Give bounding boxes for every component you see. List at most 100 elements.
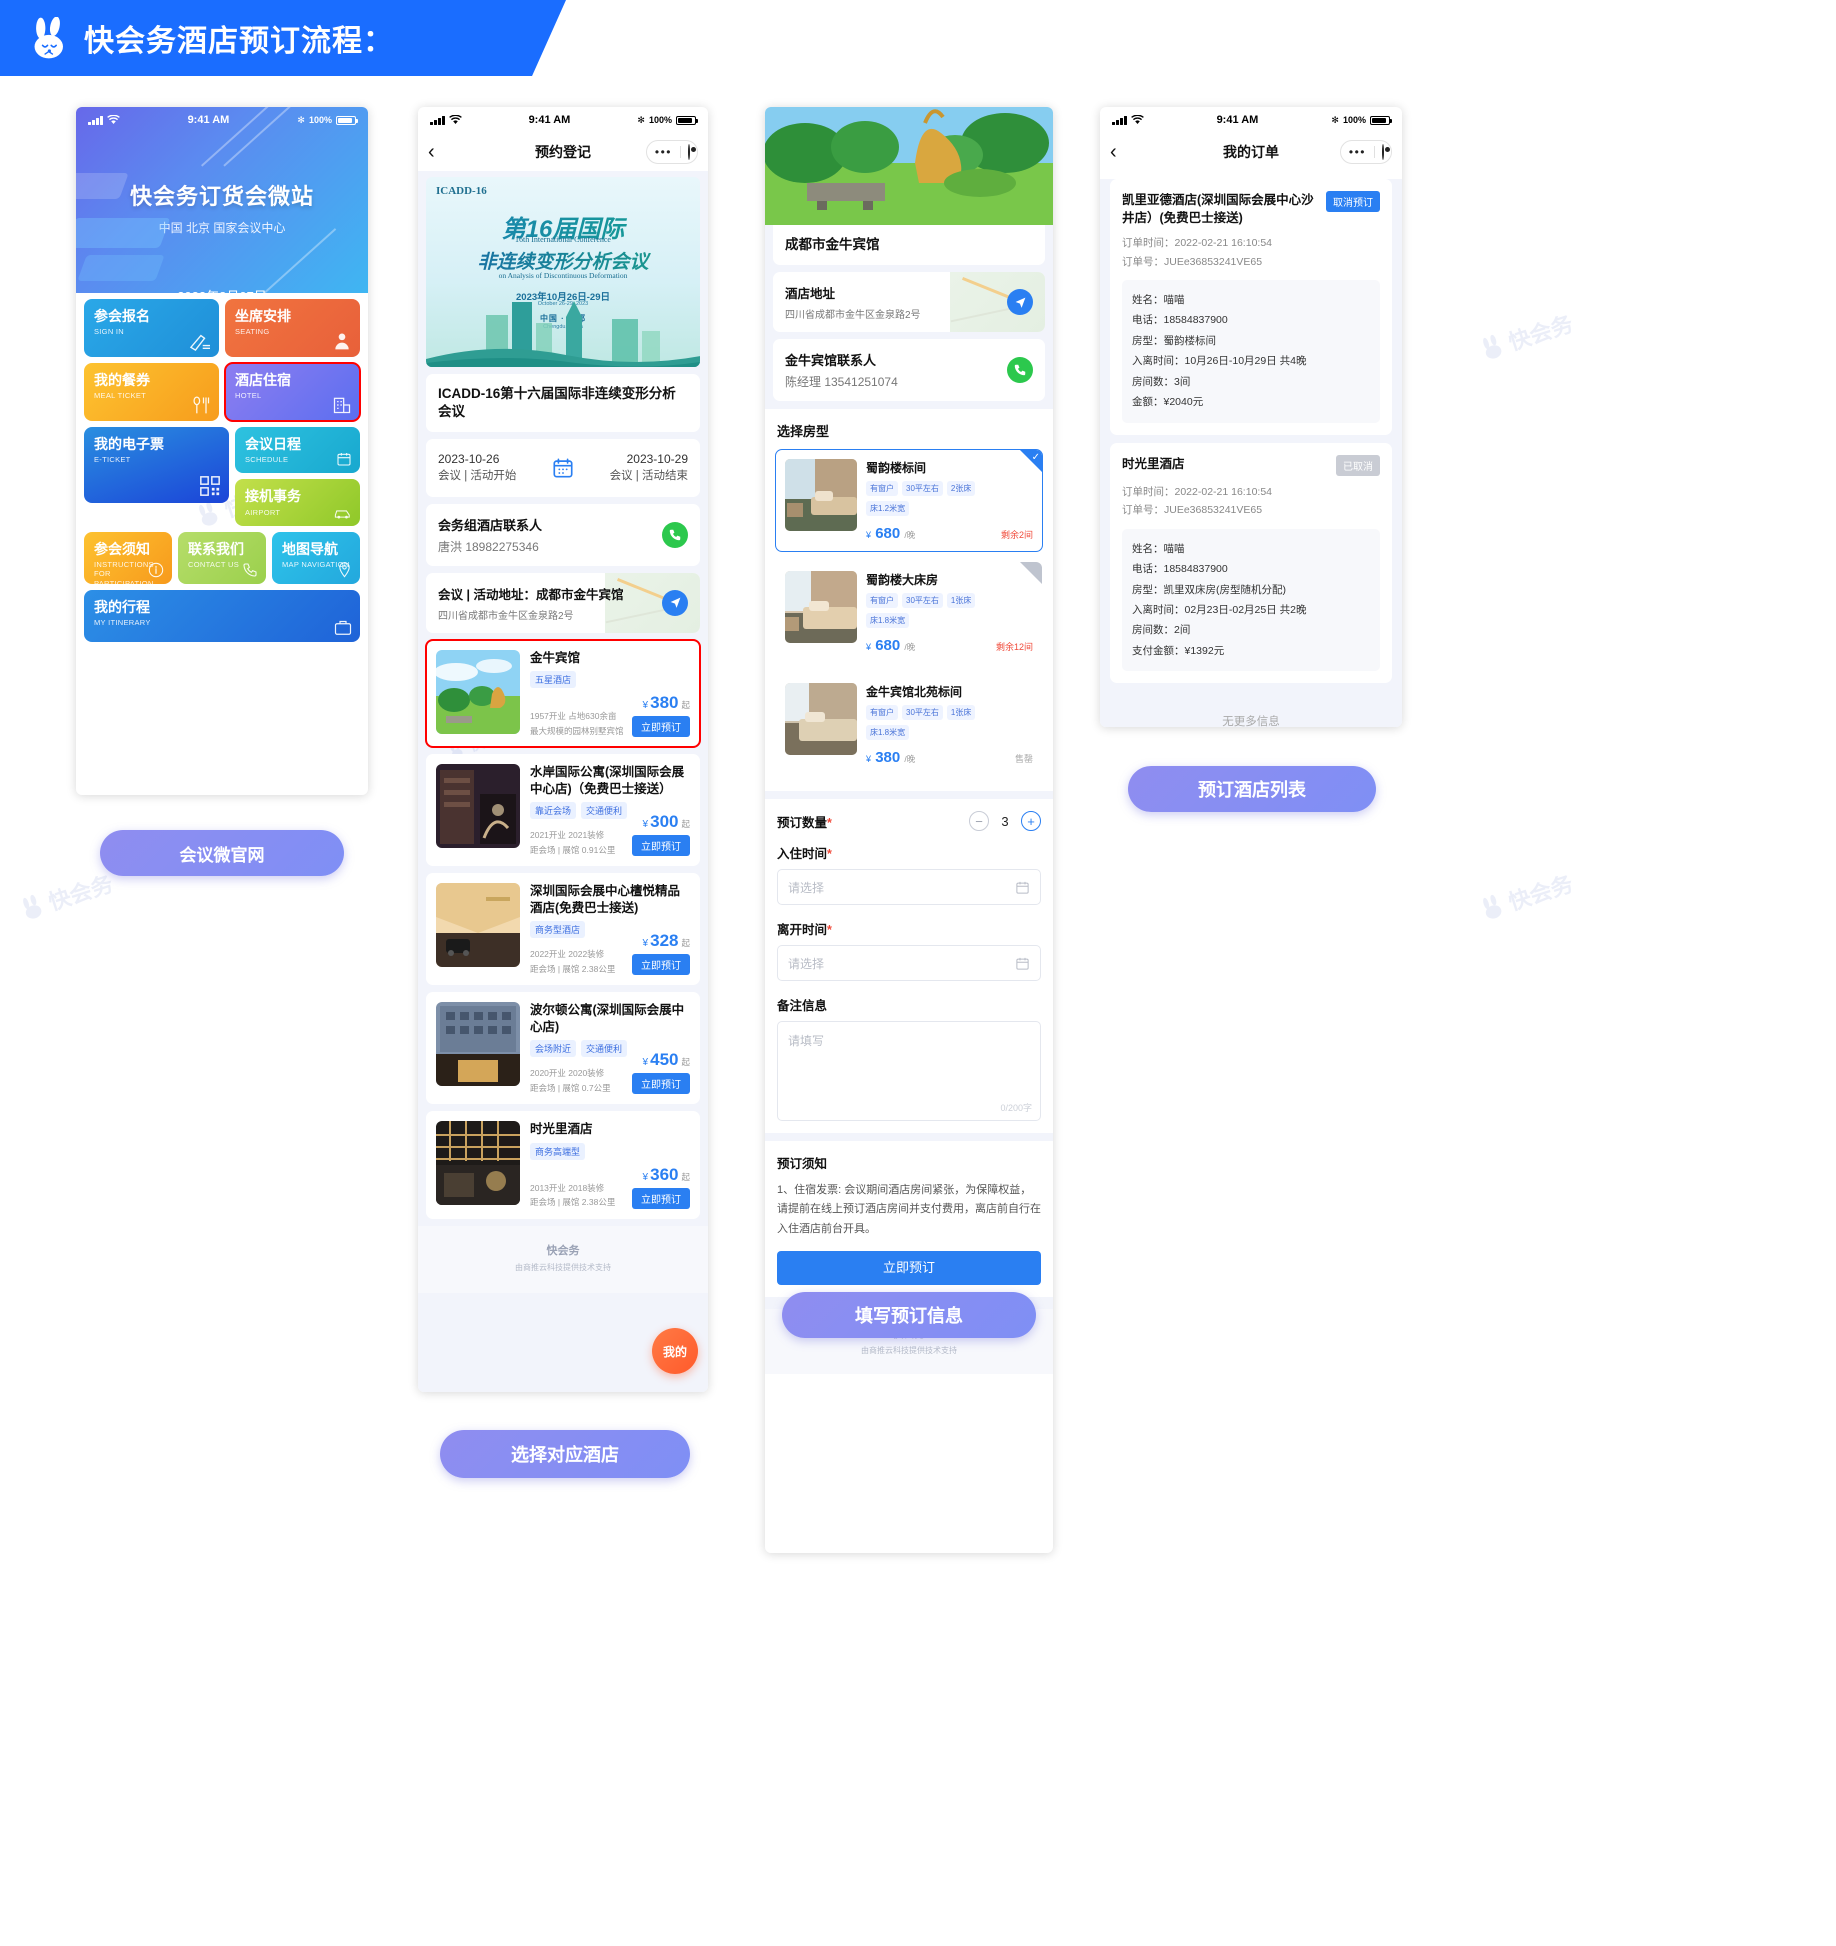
organizer-title: 会务组酒店联系人 <box>438 517 543 533</box>
signal-icon <box>88 115 103 125</box>
hotel-card[interactable]: 时光里酒店 商务高端型 2013开业 2018装修 距会场 | 展馆 2.38公… <box>426 1111 700 1220</box>
hotel-title-card: 成都市金牛宾馆 <box>773 225 1045 266</box>
room-name: 蜀韵楼大床房 <box>866 573 939 588</box>
room-thumbnail <box>785 459 857 532</box>
order-room-count: 房间数：3间 <box>1132 375 1191 388</box>
order-card[interactable]: 凯里亚德酒店(深圳国际会展中心沙井店）(免费巴士接送) 取消预订 订单时间：20… <box>1110 179 1392 435</box>
tile-instructions[interactable]: 参会须知 INSTRUCTIONS FOR PARTICIPATION <box>84 531 172 584</box>
order-amount: 支付金额：¥1392元 <box>1132 644 1225 657</box>
tile-sign-in[interactable]: 参会报名 SIGN IN <box>84 299 219 357</box>
remark-textarea[interactable]: 请填写 0/200字 <box>777 1021 1041 1122</box>
room-tags-2: 床1.2米宽 <box>866 501 1033 517</box>
hotel-hero-image: 9:41 AM ✻ 100% ••• <box>765 107 1053 225</box>
hotel-tag: 商务型酒店 <box>530 920 586 938</box>
order-time: 订单时间：2022-02-21 16:10:54 <box>1122 485 1272 498</box>
conference-title: ICADD-16第十六届国际非连续变形分析会议 <box>438 386 676 420</box>
booking-form: 预订数量* − 3 + 入住时间* 请选择 离开时间* 请选择 备注信息 请填写… <box>765 799 1053 1134</box>
status-right: ✻ 100% <box>297 115 358 126</box>
navigate-icon[interactable] <box>662 589 688 616</box>
order-card[interactable]: 时光里酒店 已取消 订单时间：2022-02-21 16:10:54 订单号：J… <box>1110 442 1392 684</box>
hotel-card[interactable]: 金牛宾馆 五星酒店 1957开业 占地630余亩 最大规模的园林别墅宾馆 ¥ 3… <box>425 638 701 749</box>
room-info: 金牛宾馆北苑标间 有窗户 30平左右 1张床 床1.8米宽 ¥ 380 /晚 售… <box>866 683 1033 766</box>
back-icon[interactable]: ‹ <box>1110 142 1134 162</box>
date-start-label: 会议 | 活动开始 <box>438 470 517 483</box>
checkout-label: 离开时间* <box>777 923 832 938</box>
tile-schedule[interactable]: 会议日程 SCHEDULE <box>235 427 360 474</box>
increase-button[interactable]: + <box>1021 811 1041 832</box>
calendar-icon[interactable] <box>1015 880 1030 895</box>
hotel-tag: 五星酒店 <box>530 670 577 688</box>
tile-contact-us[interactable]: 联系我们 CONTACT US <box>178 531 266 584</box>
my-account-fab[interactable]: 我的 <box>652 1328 698 1374</box>
hotel-card[interactable]: 深圳国际会展中心檀悦精品酒店(免费巴士接送) 商务型酒店 2022开业 2022… <box>426 873 700 986</box>
book-now-button[interactable]: 立即预订 <box>632 835 690 857</box>
room-card[interactable]: 蜀韵楼大床房 有窗户 30平左右 1张床 床1.8米宽 ¥ 680 /晚 剩余1… <box>775 561 1043 665</box>
organizer-name-phone: 唐洪 18982275346 <box>438 539 539 554</box>
more-icon[interactable]: ••• <box>1341 146 1374 158</box>
wechat-capsule[interactable]: ••• <box>645 140 698 164</box>
room-thumbnail <box>785 571 857 644</box>
phone-icon[interactable] <box>662 521 688 548</box>
status-bar: 9:41 AM ✻ 100% <box>418 107 708 133</box>
order-number: 订单号：JUEe36853241VE65 <box>1122 255 1263 268</box>
city-illustration <box>426 301 700 367</box>
more-icon[interactable]: ••• <box>647 146 680 158</box>
watermark: 快会务 <box>1477 306 1576 365</box>
close-target-icon[interactable] <box>1375 144 1391 160</box>
tile-hotel[interactable]: 酒店住宿 HOTEL <box>224 362 361 422</box>
calendar-icon[interactable] <box>1015 956 1030 971</box>
room-stock: 售罄 <box>1014 754 1033 765</box>
book-now-button[interactable]: 立即预订 <box>632 1188 690 1210</box>
cancel-order-button[interactable]: 取消预订 <box>1326 191 1380 212</box>
hotel-name: 深圳国际会展中心檀悦精品酒店(免费巴士接送) <box>530 884 681 915</box>
conference-code: ICADD-16 <box>436 185 487 197</box>
price-suffix: 起 <box>681 819 690 830</box>
wifi-icon <box>106 115 120 124</box>
decrease-button[interactable]: − <box>969 811 989 832</box>
phone-icon[interactable] <box>1007 357 1033 384</box>
no-more-info: 无更多信息 <box>1222 716 1280 727</box>
tile-title: 我的餐券 <box>94 372 150 388</box>
status-time: 9:41 AM <box>187 114 230 126</box>
room-tag: 2张床 <box>946 481 976 497</box>
back-icon[interactable]: ‹ <box>428 142 452 162</box>
tile-airport[interactable]: 接机事务 AIRPORT <box>235 479 360 526</box>
person-icon <box>335 333 349 350</box>
room-price-row: ¥ 380 /晚 售罄 <box>866 749 1033 766</box>
bluetooth-icon: ✻ <box>637 114 645 125</box>
tile-map-navigation[interactable]: 地图导航 MAP NAVIGATION <box>272 531 360 584</box>
tile-eticket[interactable]: 我的电子票 E-TICKET <box>84 427 229 503</box>
room-booking-body: 成都市金牛宾馆 酒店地址 四川省成都市金牛区金泉路2号 金牛宾馆联系人 陈经理 … <box>765 225 1053 1374</box>
price-suffix: 起 <box>681 1057 690 1068</box>
book-now-button[interactable]: 立即预订 <box>632 1073 690 1095</box>
room-card[interactable]: ✓ 蜀韵楼标间 有窗户 30平左右 2张床 床1.2米宽 ¥ 680 /晚 剩余… <box>775 449 1043 553</box>
order-stay-dates: 入离时间：10月26日-10月29日 共4晚 <box>1132 355 1307 368</box>
close-target-icon[interactable] <box>681 144 697 160</box>
wechat-capsule[interactable]: ••• <box>1339 140 1392 164</box>
tile-seating[interactable]: 坐席安排 SEATING <box>225 299 360 357</box>
pencil-icon <box>189 334 210 351</box>
status-right: ✻ 100% <box>637 114 698 126</box>
checkout-input[interactable]: 请选择 <box>777 945 1041 982</box>
book-now-button[interactable]: 立即预订 <box>632 954 690 976</box>
checkin-input[interactable]: 请选择 <box>777 869 1041 906</box>
hotel-tag: 靠近会场 <box>530 801 577 819</box>
venue-address-card: 会议 | 活动地址：成都市金牛宾馆 四川省成都市金牛区金泉路2号 <box>426 572 700 633</box>
hotel-card[interactable]: 水岸国际公寓(深圳国际会展中心店)（免费巴士接送） 靠近会场 交通便利 2021… <box>426 754 700 867</box>
pin-icon <box>339 562 350 578</box>
checkout-placeholder: 请选择 <box>788 956 825 971</box>
tile-my-itinerary[interactable]: 我的行程 MY ITINERARY <box>84 589 360 642</box>
date-end-value: 2023-10-29 <box>626 452 688 467</box>
room-card[interactable]: 金牛宾馆北苑标间 有窗户 30平左右 1张床 床1.8米宽 ¥ 380 /晚 售… <box>775 673 1043 777</box>
order-number: 订单号：JUEe36853241VE65 <box>1122 504 1263 517</box>
briefcase-icon <box>334 620 352 635</box>
hotel-card[interactable]: 波尔顿公寓(深圳国际会展中心店) 会场附近 交通便利 2020开业 2020装修… <box>426 992 700 1105</box>
tile-meal-ticket[interactable]: 我的餐券 MEAL TICKET <box>84 363 219 421</box>
order-guest-name: 姓名：喵喵 <box>1132 294 1185 306</box>
quantity-stepper[interactable]: − 3 + <box>969 811 1041 832</box>
caption-fill-booking-info: 填写预订信息 <box>782 1292 1036 1338</box>
room-tag: 1张床 <box>946 593 976 609</box>
book-now-button[interactable]: 立即预订 <box>632 716 690 738</box>
page-header-banner: 快会务酒店预订流程： <box>0 0 566 76</box>
submit-booking-button[interactable]: 立即预订 <box>777 1250 1041 1285</box>
